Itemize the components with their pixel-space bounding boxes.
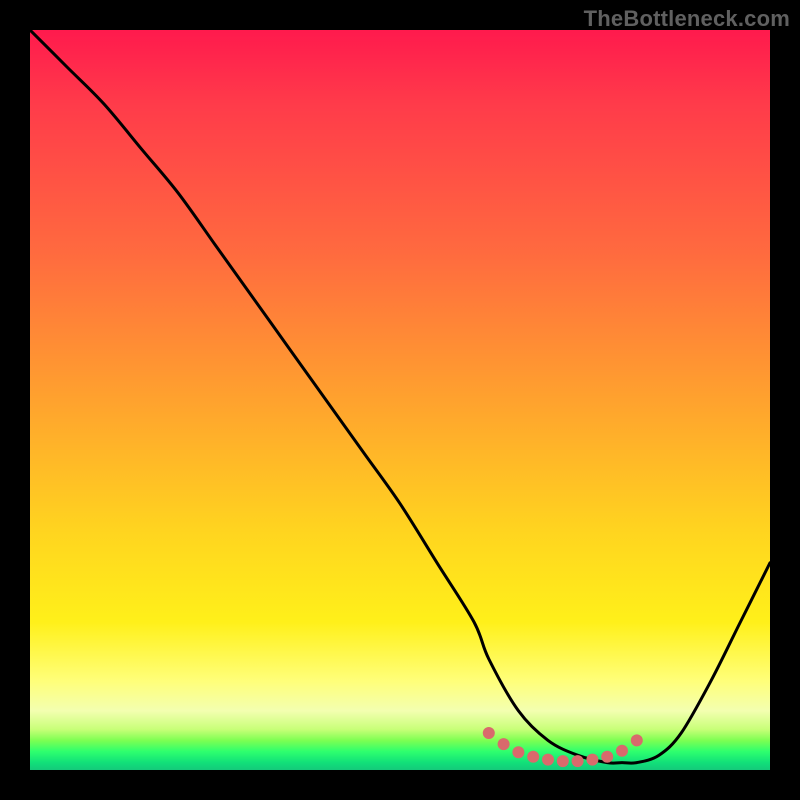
marker-dot (572, 755, 584, 767)
chart-frame: TheBottleneck.com (0, 0, 800, 800)
watermark-label: TheBottleneck.com (584, 6, 790, 32)
marker-dot (512, 746, 524, 758)
bottom-dots (483, 727, 643, 767)
marker-dot (498, 738, 510, 750)
marker-dot (483, 727, 495, 739)
curve-svg (30, 30, 770, 770)
marker-dot (631, 734, 643, 746)
marker-dot (601, 751, 613, 763)
marker-dot (542, 754, 554, 766)
marker-dot (616, 745, 628, 757)
plot-area (30, 30, 770, 770)
marker-dot (527, 751, 539, 763)
marker-dot (557, 755, 569, 767)
marker-dot (586, 754, 598, 766)
main-curve (30, 30, 770, 763)
